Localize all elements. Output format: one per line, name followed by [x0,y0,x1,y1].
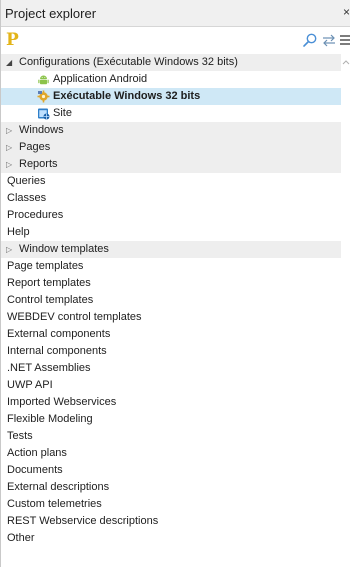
project-logo: P [6,30,19,50]
tree-item-action-plans[interactable]: Action plans [1,445,341,462]
tree-item-label: Queries [7,175,46,187]
tree-item-page-templates[interactable]: Page templates [1,258,341,275]
tree-item-label: Procedures [7,209,64,221]
tree-item-label: Control templates [7,294,94,306]
tree-item-help[interactable]: Help [1,224,341,241]
expand-arrow-icon[interactable]: ◢ [6,54,16,71]
tree-item-label: Action plans [7,447,67,459]
tree-item-other[interactable]: Other [1,530,341,547]
executable-icon [37,90,50,103]
tree-item-label: Help [7,226,30,238]
tree-item-label: UWP API [7,379,53,391]
tree-item-pages[interactable]: ▷ Pages [1,139,341,156]
tree-item-label: Imported Webservices [7,396,117,408]
tree-item-label: Other [7,532,35,544]
tree-item-label: Custom telemetries [7,498,102,510]
project-explorer-panel: Project explorer × P ◢ Configurations (E… [0,0,350,567]
tree-item-reports[interactable]: ▷ Reports [1,156,341,173]
tree-item-label: Configurations (Exécutable Windows 32 bi… [19,56,238,68]
tree-item-uwp-api[interactable]: UWP API [1,377,341,394]
tree-item-external-descriptions[interactable]: External descriptions [1,479,341,496]
tree-item-executable-windows-32[interactable]: Exécutable Windows 32 bits [1,88,341,105]
scroll-up-arrow-icon[interactable] [341,57,350,67]
site-icon [38,108,50,120]
tree-item-application-android[interactable]: Application Android [1,71,341,88]
android-icon [38,75,49,85]
tree-item-procedures[interactable]: Procedures [1,207,341,224]
tree-item-report-templates[interactable]: Report templates [1,275,341,292]
tree-item-label: Pages [19,141,51,153]
tree-item-label: Flexible Modeling [7,413,93,425]
tree-item-label: Documents [7,464,63,476]
tree-item-label: Windows [19,124,64,136]
tree-item-rest-webservice-descriptions[interactable]: REST Webservice descriptions [1,513,341,530]
tree-item-label: Reports [19,158,58,170]
tree-item-flexible-modeling[interactable]: Flexible Modeling [1,411,341,428]
tree-item-windows[interactable]: ▷ Windows [1,122,341,139]
collapse-arrow-icon[interactable]: ▷ [6,139,16,156]
tree-item-control-templates[interactable]: Control templates [1,292,341,309]
tree-item-internal-components[interactable]: Internal components [1,343,341,360]
tree-item-site[interactable]: Site [1,105,341,122]
panel-title: Project explorer [5,6,97,21]
tree-item-label: Classes [7,192,47,204]
panel-titlebar: Project explorer × [1,0,350,27]
tree-item-tests[interactable]: Tests [1,428,341,445]
collapse-arrow-icon[interactable]: ▷ [6,122,16,139]
tree-item-label: External components [7,328,111,340]
tree-item-configurations[interactable]: ◢ Configurations (Exécutable Windows 32 … [1,54,341,71]
tree-item-label: .NET Assemblies [7,362,91,374]
tree-item-webdev-control-templates[interactable]: WEBDEV control templates [1,309,341,326]
explorer-toolbar: P [1,28,350,52]
tree-item-label: Window templates [19,243,109,255]
tree-item-window-templates[interactable]: ▷ Window templates [1,241,341,258]
tree-item-label: WEBDEV control templates [7,311,142,323]
tree-item-label: Internal components [7,345,107,357]
tree-item-custom-telemetries[interactable]: Custom telemetries [1,496,341,513]
tree-item-label: External descriptions [7,481,110,493]
tree-item-label: Site [53,107,72,119]
tree-item-imported-webservices[interactable]: Imported Webservices [1,394,341,411]
collapse-arrow-icon[interactable]: ▷ [6,241,16,258]
tree-item-classes[interactable]: Classes [1,190,341,207]
close-icon[interactable]: × [343,5,350,19]
tree-item-net-assemblies[interactable]: .NET Assemblies [1,360,341,377]
tree-item-label: Report templates [7,277,91,289]
tree-item-external-components[interactable]: External components [1,326,341,343]
sync-icon[interactable] [321,32,337,48]
tree-item-label: Page templates [7,260,84,272]
tree-item-label: Tests [7,430,33,442]
tree-item-documents[interactable]: Documents [1,462,341,479]
tree-item-queries[interactable]: Queries [1,173,341,190]
menu-icon[interactable] [339,33,350,47]
tree-item-label: Exécutable Windows 32 bits [53,90,201,102]
collapse-arrow-icon[interactable]: ▷ [6,156,16,173]
search-icon[interactable] [302,32,318,48]
tree-item-label: Application Android [53,73,148,85]
project-tree: ◢ Configurations (Exécutable Windows 32 … [1,54,341,547]
tree-item-label: REST Webservice descriptions [7,515,159,527]
